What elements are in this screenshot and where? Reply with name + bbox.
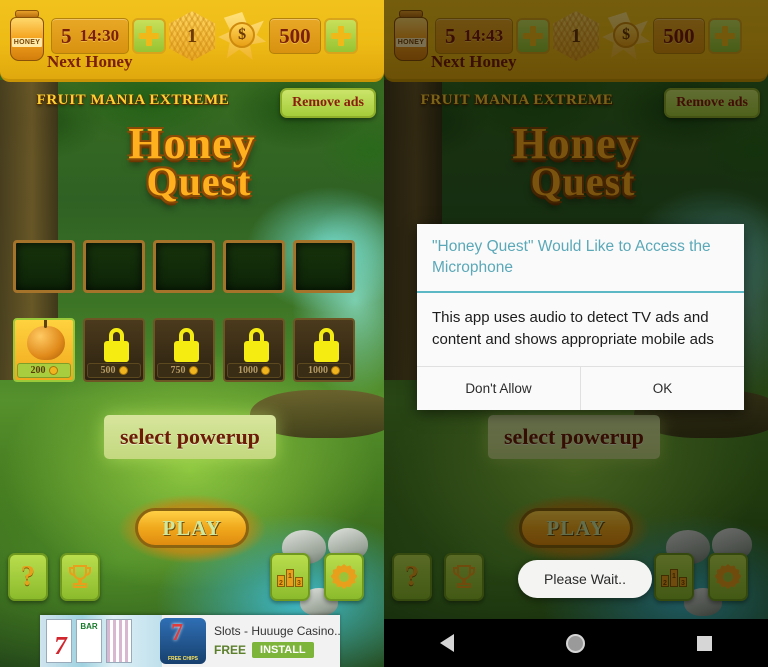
coin-icon [188, 366, 198, 375]
game-logo: Honey Quest [0, 122, 384, 202]
ad-thumb-chips-text: FREE CHIPS [167, 656, 198, 662]
honey-jar-icon: HONEY [6, 10, 48, 62]
left-screen: HONEY 5 14:30 1 $ 500 Next Honey FRUIT M… [0, 0, 384, 667]
honeycomb-count: 1 [187, 24, 198, 47]
powerup-slot[interactable] [13, 240, 75, 293]
ad-install-button[interactable]: INSTALL [252, 642, 314, 658]
select-powerup-label: select powerup [104, 415, 276, 459]
powerup-item[interactable]: 1000 [293, 318, 355, 382]
powerup-item[interactable]: 500 [83, 318, 145, 382]
podium-third: 3 [295, 577, 303, 587]
price-value: 750 [170, 365, 186, 376]
powerup-slot-row [13, 240, 355, 293]
pumpkin-icon [27, 320, 65, 360]
recents-icon[interactable] [697, 635, 712, 651]
lives-count: 5 [61, 23, 72, 48]
play-button-group: PLAY [117, 488, 267, 570]
powerup-slot[interactable] [153, 240, 215, 293]
ad-text-block: Slots - Huuuge Casino... FREE INSTALL [206, 624, 340, 658]
gear-icon [331, 564, 357, 590]
dual-screenshot-stage: HONEY 5 14:30 1 $ 500 Next Honey FRUIT M… [0, 0, 768, 667]
lives-timer-display: 5 14:30 [51, 18, 130, 54]
podium-icon: 2 1 3 [277, 567, 303, 587]
powerup-item[interactable]: 750 [153, 318, 215, 382]
android-navigation-bar [384, 619, 768, 667]
price-value: 500 [100, 365, 116, 376]
please-wait-toast: Please Wait.. [518, 560, 652, 598]
ad-cta-row: FREE INSTALL [214, 642, 340, 658]
powerup-slot[interactable] [293, 240, 355, 293]
next-honey-label: Next Honey [47, 52, 133, 71]
jar-body: HONEY [10, 17, 44, 61]
remove-ads-button[interactable]: Remove ads [280, 88, 376, 118]
powerup-slot[interactable] [83, 240, 145, 293]
ad-banner[interactable]: BAR 7 7 FREE CHIPS Slots - Huuuge Casino… [40, 615, 340, 667]
dialog-actions: Don't Allow OK [417, 366, 744, 411]
powerup-item-row: 200 500 750 1000 1000 [13, 318, 355, 382]
coin-icon [331, 366, 340, 375]
star-coin-icon: $ [218, 12, 267, 60]
lock-icon [244, 328, 269, 362]
powerup-item[interactable]: 200 [13, 318, 75, 382]
add-coins-button[interactable] [323, 18, 358, 54]
powerup-price: 1000 [297, 363, 351, 378]
plus-icon [330, 26, 351, 46]
achievements-button[interactable] [60, 553, 100, 601]
podium-first: 1 [286, 569, 294, 587]
coin-icon [118, 366, 128, 375]
microphone-permission-dialog: "Honey Quest" Would Like to Access the M… [417, 224, 744, 411]
coin-count: 500 [279, 23, 311, 48]
ad-free-label: FREE [214, 643, 247, 657]
ad-reel: BAR [76, 619, 102, 663]
coin-icon [261, 366, 270, 375]
coin-symbol: $ [229, 22, 256, 48]
honey-timer: 14:30 [79, 26, 120, 45]
leaderboard-button[interactable]: 2 1 3 [270, 553, 310, 601]
play-button[interactable]: PLAY [135, 508, 249, 548]
coin-display: 500 [269, 18, 321, 54]
powerup-item[interactable]: 1000 [223, 318, 285, 382]
powerup-price: 1000 [227, 363, 281, 378]
price-value: 1000 [308, 365, 328, 376]
ad-title: Slots - Huuuge Casino... [214, 624, 340, 638]
ad-reel [106, 619, 132, 663]
question-mark-icon: ? [21, 561, 35, 592]
dialog-body: This app uses audio to detect TV ads and… [417, 293, 744, 367]
plus-icon [139, 26, 160, 46]
dialog-header: "Honey Quest" Would Like to Access the M… [417, 224, 744, 293]
coin-icon [48, 366, 58, 375]
dialog-title: "Honey Quest" Would Like to Access the M… [432, 238, 711, 276]
logo-line-2: Quest [146, 159, 252, 204]
lock-icon [104, 328, 129, 362]
settings-button[interactable] [324, 553, 364, 601]
lock-icon [314, 328, 339, 362]
home-icon[interactable] [566, 633, 585, 653]
ad-thumb-seven-icon: 7 [171, 620, 183, 646]
jar-label-text: HONEY [11, 37, 43, 47]
trophy-icon [69, 565, 91, 588]
ad-app-thumbnail: 7 FREE CHIPS [160, 618, 206, 664]
add-lives-button[interactable] [132, 18, 167, 54]
ad-artwork: BAR 7 [40, 615, 162, 667]
top-hud-bar: HONEY 5 14:30 1 $ 500 Next Honey [0, 0, 384, 82]
powerup-price: 200 [17, 363, 71, 378]
powerup-price: 500 [87, 363, 141, 378]
right-screen: HONEY 5 14:43 1 $ 500 [384, 0, 768, 667]
price-value: 200 [30, 365, 46, 376]
podium-second: 2 [277, 575, 285, 587]
price-value: 1000 [238, 365, 258, 376]
ok-button[interactable]: OK [580, 367, 744, 411]
dont-allow-button[interactable]: Don't Allow [417, 367, 580, 410]
back-icon[interactable] [440, 634, 454, 652]
powerup-price: 750 [157, 363, 211, 378]
honeycomb-currency-icon[interactable]: 1 [169, 11, 216, 61]
help-button[interactable]: ? [8, 553, 48, 601]
powerup-slot[interactable] [223, 240, 285, 293]
dialog-message: This app uses audio to detect TV ads and… [432, 308, 714, 348]
lock-icon [174, 328, 199, 362]
